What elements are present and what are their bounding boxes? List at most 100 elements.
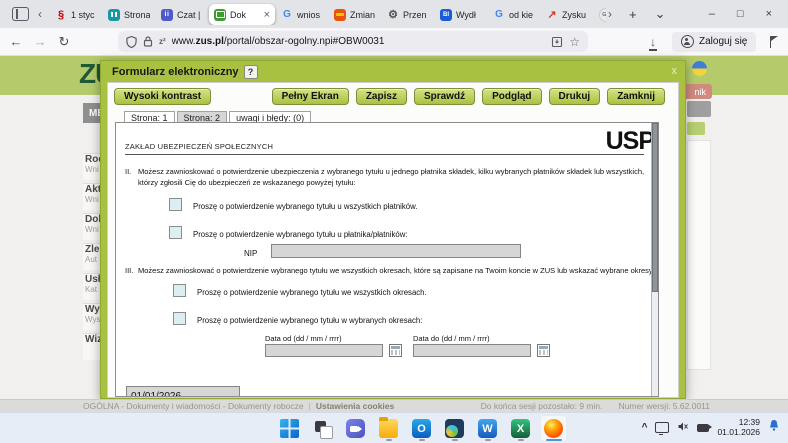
save-page-icon[interactable] — [551, 36, 563, 48]
fullscreen-button[interactable]: Pełny Ekran — [271, 88, 349, 105]
tab-label: od kie — [509, 9, 534, 20]
close-window-button[interactable]: × — [766, 8, 772, 20]
scroll-tabs-left-icon[interactable]: ‹ — [38, 7, 42, 21]
form-dialog: Formularz elektroniczny ? x Wysoki kontr… — [100, 60, 686, 399]
taskbar-teams-chat-button[interactable] — [342, 415, 369, 442]
browser-tab[interactable]: Strona — [103, 4, 155, 25]
session-timer: Do końca sesji pozostało: 9 min. — [480, 401, 603, 411]
tab-label: Strona — [124, 9, 150, 20]
high-contrast-button[interactable]: Wysoki kontrast — [114, 88, 212, 105]
firefox-view-icon[interactable] — [12, 7, 29, 21]
taskbar-photos-button[interactable] — [441, 415, 468, 442]
new-tab-button[interactable]: + — [629, 7, 637, 22]
browser-tab[interactable]: 1 styc — [50, 4, 102, 25]
ukraine-flag-icon[interactable] — [692, 61, 707, 76]
browser-tab[interactable]: od kie — [488, 4, 540, 25]
list-all-tabs-icon[interactable]: ⌄ — [655, 6, 666, 22]
browser-tab[interactable]: Wydł — [435, 4, 487, 25]
taskbar-file-explorer-button[interactable] — [375, 415, 402, 442]
downloads-icon[interactable]: ↓ — [649, 35, 657, 51]
firefox-icon — [544, 419, 563, 438]
clock[interactable]: 12:39 01.01.2026 — [717, 417, 760, 437]
taskbar-word-button[interactable] — [474, 415, 501, 442]
taskbar-start-button[interactable] — [276, 415, 303, 442]
form-scrollbar[interactable] — [651, 123, 658, 396]
selected-payers-checkbox[interactable] — [169, 226, 182, 239]
browser-tab[interactable]: Trage — [594, 4, 606, 25]
browser-tabstrip: ‹ 1 styc Strona Czat | Dok × wnios Zmian Przen W… — [0, 0, 788, 28]
camera-icon[interactable] — [697, 423, 713, 432]
taskbar-outlook-button[interactable] — [408, 415, 435, 442]
scroll-tabs-right-icon[interactable]: › — [608, 7, 612, 21]
tab-label: Czat | — [177, 9, 201, 20]
content-panel-edge — [687, 140, 711, 370]
divider — [125, 154, 644, 155]
back-icon[interactable]: ← — [4, 34, 28, 49]
tab-label: Przen — [403, 9, 427, 20]
dialog-toolbar: Wysoki kontrast Pełny Ekran Zapisz Spraw… — [108, 83, 678, 108]
breadcrumb: OGÓLNA - Dokumenty i wiadomości - Dokume… — [83, 401, 304, 411]
save-button[interactable]: Zapisz — [355, 88, 407, 105]
taskbar-excel-button[interactable] — [507, 415, 534, 442]
dialog-panel: Wysoki kontrast Pełny Ekran Zapisz Spraw… — [107, 82, 679, 398]
scrollbar-thumb[interactable] — [652, 123, 658, 293]
extension-icon[interactable] — [770, 35, 780, 48]
preview-button[interactable]: Podgląd — [482, 88, 542, 105]
nip-input[interactable] — [271, 244, 521, 258]
tab-label: Zysku — [562, 9, 587, 20]
tab-label: wnios — [297, 9, 321, 20]
close-form-button[interactable]: Zamknij — [607, 88, 665, 105]
dialog-close-icon[interactable]: x — [672, 66, 678, 77]
bookmark-star-icon[interactable]: ☆ — [569, 35, 580, 49]
tray-chevron-icon[interactable]: ^ — [642, 422, 648, 433]
browser-tab[interactable]: wnios — [276, 4, 328, 25]
tracking-shield-icon[interactable] — [126, 35, 137, 48]
browser-tab[interactable]: Zmian — [329, 4, 381, 25]
speaker-muted-icon[interactable] — [677, 419, 689, 437]
period-date-input[interactable]: 01/01/2026 — [126, 386, 240, 396]
browser-tab[interactable]: Czat | — [156, 4, 208, 25]
check-button[interactable]: Sprawdź — [413, 88, 476, 105]
dialog-titlebar[interactable]: Formularz elektroniczny ? x — [101, 61, 685, 82]
header-gray-button[interactable] — [687, 101, 711, 117]
header-green-button[interactable] — [687, 122, 705, 135]
calendar-icon[interactable] — [537, 344, 550, 357]
url-bar[interactable]: z² www.zus.pl/portal/obszar-ogolny.npi#O… — [118, 31, 588, 52]
teams-favicon-icon — [161, 8, 173, 21]
tab-label: Wydł — [456, 9, 476, 20]
cookies-settings-link[interactable]: Ustawienia cookies — [316, 401, 394, 411]
notification-bell-icon[interactable] — [768, 419, 780, 437]
browser-tab[interactable]: Zysku — [541, 4, 593, 25]
help-icon[interactable]: ? — [243, 64, 258, 79]
forward-icon[interactable]: → — [28, 34, 52, 49]
selected-payers-label: Proszę o potwierdzenie wybranego tytułu … — [193, 230, 408, 239]
date-to-label: Data do (dd / mm / rrrr) — [413, 334, 490, 343]
calendar-icon[interactable] — [389, 344, 402, 357]
translations-icon[interactable]: z² — [159, 37, 166, 46]
tray-date: 01.01.2026 — [717, 426, 760, 437]
print-button[interactable]: Drukuj — [548, 88, 601, 105]
tab-close-icon[interactable]: × — [264, 9, 270, 21]
browser-tab[interactable]: Dok × — [209, 4, 275, 25]
taskbar-task-view-button[interactable] — [309, 415, 336, 442]
login-button[interactable]: Zaloguj się — [672, 31, 757, 52]
lock-icon[interactable] — [143, 36, 153, 47]
date-from-input[interactable] — [265, 344, 383, 357]
site-favicon-icon — [108, 8, 120, 21]
photos-icon — [445, 419, 464, 438]
taskbar-firefox-button[interactable] — [540, 415, 567, 442]
tab-list: 1 styc Strona Czat | Dok × wnios Zmian Przen Wyd… — [50, 3, 606, 25]
zus-footer: OGÓLNA - Dokumenty i wiadomości - Dokume… — [0, 399, 788, 412]
teams-chat-icon — [346, 419, 365, 438]
all-periods-label: Proszę o potwierdzenie wybranego tytułu … — [197, 288, 427, 297]
reload-icon[interactable]: ↻ — [52, 34, 76, 50]
minimize-button[interactable]: – — [709, 8, 715, 20]
display-icon[interactable] — [655, 422, 670, 435]
all-periods-checkbox[interactable] — [173, 284, 186, 297]
browser-tab[interactable]: Przen — [382, 4, 434, 25]
all-payers-checkbox[interactable] — [169, 198, 182, 211]
section-2-text: II. Możesz zawnioskować o potwierdzenie u… — [125, 167, 645, 187]
date-to-input[interactable] — [413, 344, 531, 357]
selected-periods-checkbox[interactable] — [173, 312, 186, 325]
maximize-button[interactable]: □ — [737, 8, 744, 20]
